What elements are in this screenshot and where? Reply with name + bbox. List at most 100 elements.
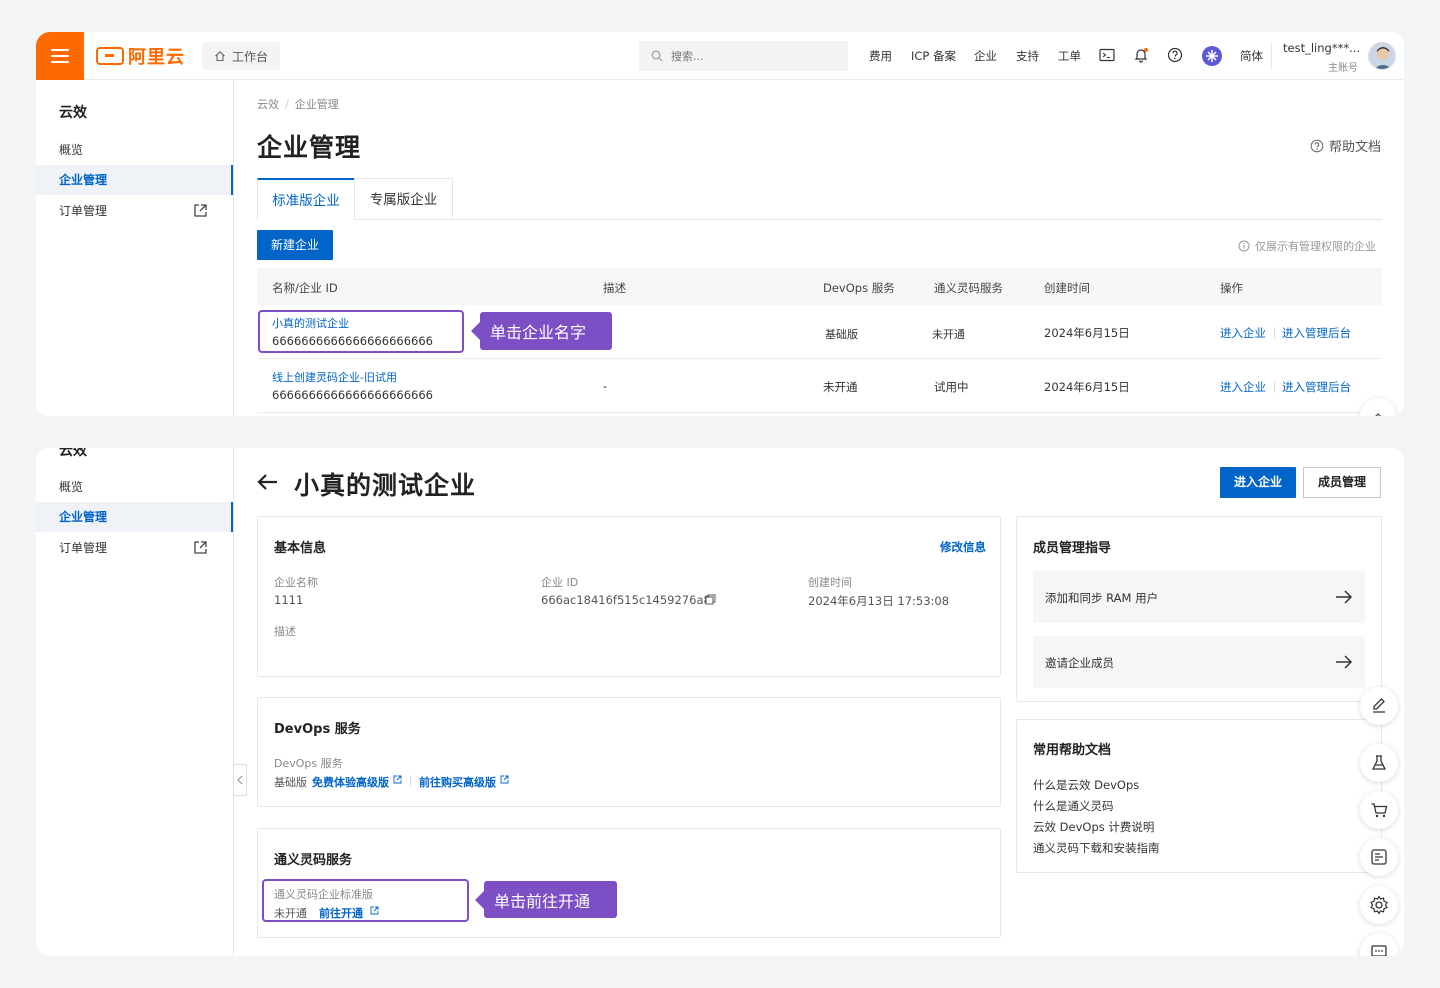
guide-item-ram-users[interactable]: 添加和同步 RAM 用户 [1033,571,1365,623]
enterprise-id-value: 666ac18416f515c1459276a8 [541,593,711,607]
sidebar-item-overview[interactable]: 概览 [36,472,233,502]
help-icon[interactable] [1166,46,1184,64]
copy-icon[interactable] [705,594,716,605]
enter-enterprise-button[interactable]: 进入企业 [1220,467,1296,498]
external-link-icon [393,775,402,784]
workbench-button[interactable]: 工作台 [202,42,280,70]
new-enterprise-button[interactable]: 新建企业 [257,230,333,260]
admin-console-link[interactable]: 进入管理后台 [1282,325,1351,341]
sidebar: 云效 概览 企业管理 订单管理 [36,80,234,416]
breadcrumb-item[interactable]: 云效 [257,98,279,111]
sidebar-item-enterprise[interactable]: 企业管理 [36,502,233,532]
user-role: 主账号 [1328,63,1358,74]
doc-link[interactable]: 云效 DevOps 计费说明 [1033,819,1154,835]
help-doc-link[interactable]: 帮助文档 [1310,136,1381,155]
sidebar-item-orders[interactable]: 订单管理 [36,533,233,563]
enter-enterprise-link[interactable]: 进入企业 [1220,325,1266,341]
doc-link[interactable]: 什么是云效 DevOps [1033,777,1139,793]
doc-link[interactable]: 通义灵码下载和安装指南 [1033,840,1160,856]
sidebar-item-label: 企业管理 [59,173,108,187]
created-time: 2024年6月15日 [1044,326,1130,340]
permission-note-text: 仅展示有管理权限的企业 [1255,240,1376,253]
callout-click-activate: 单击前往开通 [475,881,617,918]
member-guide-card: 成员管理指导 添加和同步 RAM 用户 邀请企业成员 [1016,516,1382,702]
callout-click-name: 单击企业名字 [471,312,612,350]
enterprise-name-link[interactable]: 线上创建灵码企业-旧试用 [272,369,397,385]
table-row: 线上创建灵码企业-旧试用 6666666666666666666666 - 未开… [257,359,1382,413]
nav-enterprise[interactable]: 企业 [974,48,997,64]
sidebar-item-orders[interactable]: 订单管理 [36,196,233,226]
collapse-sidebar-handle[interactable] [233,764,247,796]
search-box[interactable] [639,41,848,71]
nav-ticket[interactable]: 工单 [1058,48,1081,64]
permission-note: 仅展示有管理权限的企业 [1238,238,1376,254]
field-label: 创建时间 [808,576,852,589]
enter-enterprise-link[interactable]: 进入企业 [1220,379,1266,395]
sidebar-item-label: 概览 [59,480,84,494]
enterprise-list-screenshot: 阿里云 工作台 费用 ICP 备案 企业 支持 工单 简体 test_ling*… [36,32,1404,416]
brand-name: 阿里云 [128,47,185,68]
edit-icon[interactable] [1360,687,1398,725]
enterprise-id: 6666666666666666666666 [272,388,433,402]
enterprise-name-value: 1111 [274,593,304,607]
ai-assistant-icon[interactable] [1201,45,1223,67]
devops-service-card: DevOps 服务 DevOps 服务 基础版 免费体验高级版 前往购买高级版 [257,697,1001,807]
doc-link[interactable]: 什么是通义灵码 [1033,798,1114,814]
basic-info-card: 基本信息 修改信息 企业名称 1111 企业 ID 666ac18416f515… [257,516,1001,677]
admin-console-link[interactable]: 进入管理后台 [1282,379,1351,395]
menu-icon[interactable] [36,32,84,80]
back-arrow-icon[interactable] [256,470,280,494]
tab-bar: 标准版企业 专属版企业 [257,178,1382,220]
aliyun-logo-mark [96,47,124,65]
created-time: 2024年6月15日 [1044,380,1130,394]
top-navigation-bar: 阿里云 工作台 费用 ICP 备案 企业 支持 工单 简体 test_ling*… [36,32,1404,80]
sidebar-title: 云效 [59,448,87,459]
card-title: DevOps 服务 [274,722,361,737]
field-label: 企业名称 [274,576,318,589]
chat-icon[interactable] [1360,933,1398,956]
enterprise-detail-screenshot: 云效 概览 企业管理 订单管理 小真的测试企业 进入企业 成员管理 基本信息 修… [36,448,1404,956]
external-link-icon [194,541,207,554]
column-header: 操作 [1220,281,1243,295]
terminal-icon[interactable] [1098,46,1116,64]
trial-advanced-link[interactable]: 免费体验高级版 [312,774,389,790]
buy-advanced-link[interactable]: 前往购买高级版 [419,774,496,790]
column-header: 描述 [603,281,626,295]
sidebar-title: 云效 [59,105,87,121]
lingma-service: 未开通 [932,328,965,341]
enterprise-desc: - [603,379,608,393]
field-label: 描述 [274,625,296,638]
language-switch[interactable]: 简体 [1240,48,1263,64]
divider [1274,327,1275,339]
guide-item-label: 添加和同步 RAM 用户 [1045,591,1159,605]
feedback-icon[interactable] [1360,838,1398,876]
external-link-icon [194,204,207,217]
guide-item-invite-members[interactable]: 邀请企业成员 [1033,636,1365,688]
nav-billing[interactable]: 费用 [869,48,892,64]
card-title: 基本信息 [274,541,327,556]
nav-support[interactable]: 支持 [1016,48,1039,64]
user-name[interactable]: test_ling***... [1283,41,1360,55]
sidebar-item-enterprise[interactable]: 企业管理 [36,165,233,195]
flask-icon[interactable] [1360,744,1398,782]
field-label: DevOps 服务 [274,757,343,770]
tab-standard[interactable]: 标准版企业 [257,178,355,220]
cart-icon[interactable] [1360,791,1398,829]
edit-info-link[interactable]: 修改信息 [940,539,986,555]
lingma-service: 试用中 [934,380,969,394]
member-management-button[interactable]: 成员管理 [1303,467,1381,498]
bell-icon[interactable] [1132,46,1150,64]
chevron-left-icon [237,775,243,785]
sidebar-item-overview[interactable]: 概览 [36,135,233,165]
info-icon [1238,240,1250,252]
sidebar-item-label: 企业管理 [59,510,108,524]
home-icon [215,51,225,62]
divider [1271,42,1272,70]
nav-icp[interactable]: ICP 备案 [911,48,956,64]
settings-icon[interactable] [1360,886,1398,924]
avatar[interactable] [1368,42,1396,70]
search-input[interactable] [671,49,821,63]
card-title: 常用帮助文档 [1033,743,1112,758]
aliyun-logo[interactable]: 阿里云 [96,45,185,68]
tab-dedicated[interactable]: 专属版企业 [354,178,453,220]
